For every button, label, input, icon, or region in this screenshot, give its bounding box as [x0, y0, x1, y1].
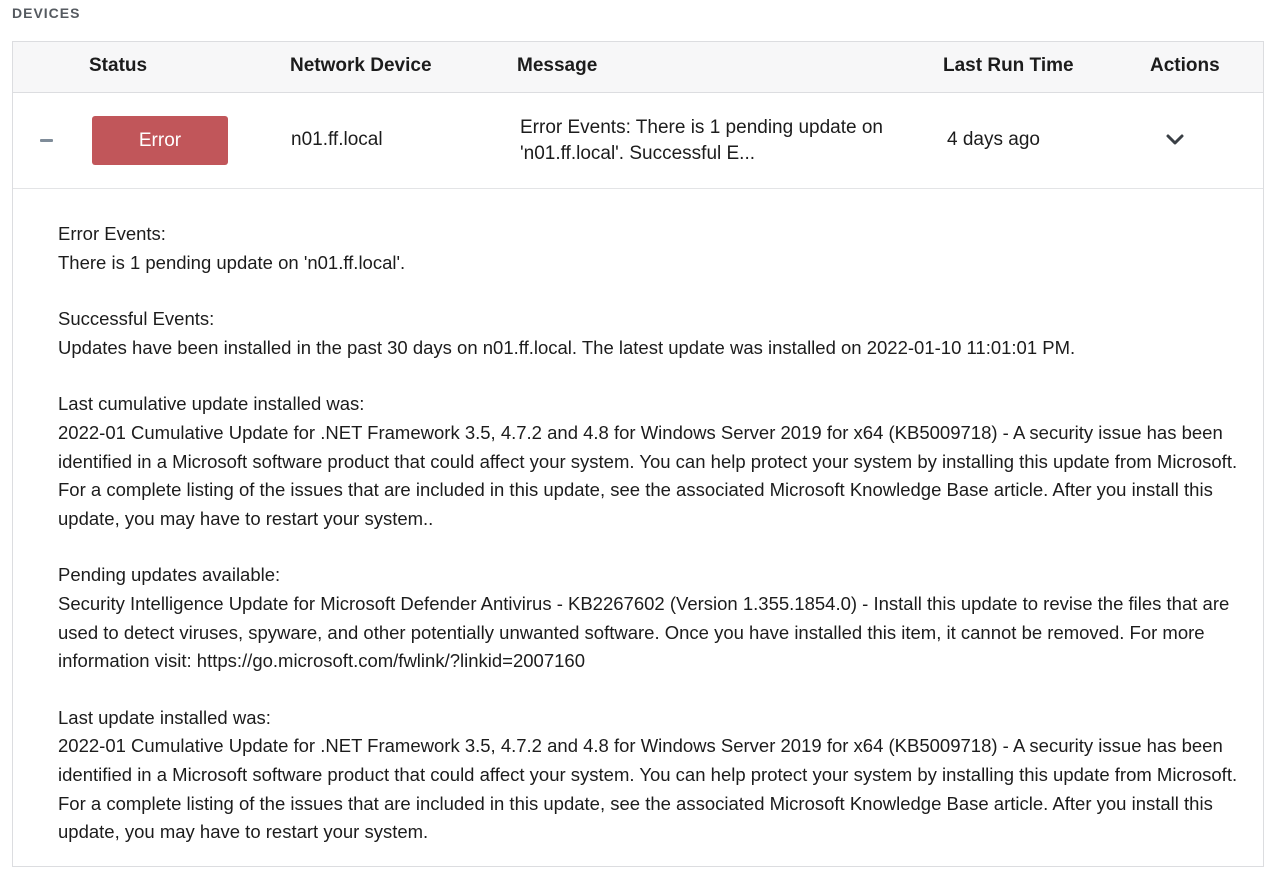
last-cumulative-update-block: Last cumulative update installed was: 20…	[58, 390, 1238, 533]
minus-icon[interactable]	[35, 129, 59, 153]
successful-events-text: Updates have been installed in the past …	[58, 336, 1076, 358]
status-badge: Error	[92, 116, 228, 165]
row-details: Error Events: There is 1 pending update …	[58, 220, 1238, 875]
column-header-message: Message	[517, 55, 598, 76]
error-events-heading: Error Events:	[58, 223, 166, 244]
last-run-time-cell: 4 days ago	[947, 129, 1040, 150]
network-device-cell: n01.ff.local	[291, 129, 383, 150]
pending-updates-text: Security Intelligence Update for Microso…	[58, 592, 1230, 672]
error-events-block: Error Events: There is 1 pending update …	[58, 220, 1238, 277]
pending-updates-block: Pending updates available: Security Inte…	[58, 561, 1238, 675]
successful-events-block: Successful Events: Updates have been ins…	[58, 305, 1238, 362]
last-update-block: Last update installed was: 2022-01 Cumul…	[58, 704, 1238, 847]
last-cumulative-update-heading: Last cumulative update installed was:	[58, 393, 365, 415]
pending-updates-heading: Pending updates available:	[58, 564, 281, 586]
column-header-last-run-time: Last Run Time	[943, 55, 1074, 76]
table-row[interactable]: Error n01.ff.local Error Events: There i…	[13, 93, 1263, 189]
column-header-network-device: Network Device	[290, 55, 432, 76]
successful-events-heading: Successful Events:	[58, 308, 215, 330]
chevron-down-icon[interactable]	[1163, 127, 1187, 151]
column-header-status: Status	[89, 55, 148, 76]
section-title: DEVICES	[12, 5, 81, 21]
message-cell: Error Events: There is 1 pending update …	[520, 117, 883, 164]
table-header: Status Network Device Message Last Run T…	[13, 42, 1263, 93]
last-update-heading: Last update installed was:	[58, 706, 271, 728]
error-events-text: There is 1 pending update on 'n01.ff.loc…	[58, 251, 406, 273]
devices-table: Status Network Device Message Last Run T…	[12, 41, 1264, 867]
column-header-actions: Actions	[1150, 55, 1220, 76]
last-update-text: 2022-01 Cumulative Update for .NET Frame…	[58, 735, 1238, 843]
last-cumulative-update-text: 2022-01 Cumulative Update for .NET Frame…	[58, 421, 1238, 529]
